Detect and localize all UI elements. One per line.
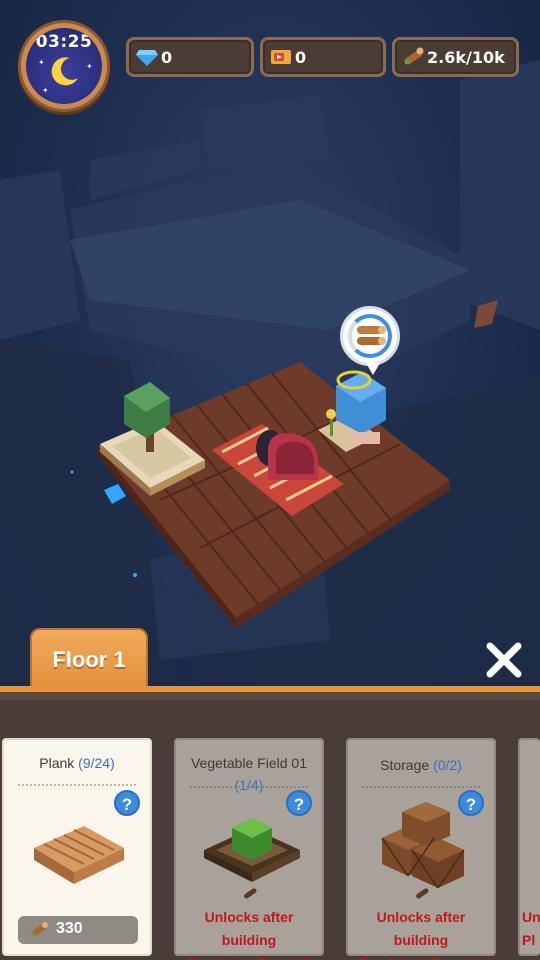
gem-counter[interactable]: 0	[126, 37, 254, 77]
build-card-vegetable-field[interactable]: Vegetable Field 01 (1/4) ? Unlocks after…	[174, 738, 324, 960]
wood-log-icon	[404, 47, 424, 65]
wood-count: 2.6k/10k	[427, 48, 505, 67]
unlock-line: Unlocks after building	[376, 909, 466, 948]
divider	[18, 784, 136, 787]
card-count: (0/2)	[433, 757, 462, 773]
build-card-storage[interactable]: Storage (0/2) ? Unlocks after building	[346, 738, 496, 960]
floor-label: Floor 1	[52, 647, 126, 672]
unlock-line: Plank 1 of Floor 16	[348, 952, 494, 960]
card-title: Storage (0/2)	[348, 754, 494, 776]
build-panel: Plank (9/24) ? 330 Vegetable Field 01 (1…	[0, 686, 540, 960]
plank-illustration	[34, 826, 124, 884]
gem-count: 0	[161, 48, 173, 67]
wood-log-icon	[31, 922, 48, 937]
card-name: Plank	[39, 755, 75, 771]
unlock-requirement: Unlocks after building Plank 1 of Floor …	[348, 906, 494, 960]
ticket-count: 0	[295, 48, 307, 67]
night-sky: 03:25 ✦ ✦ ✦	[26, 28, 102, 104]
card-name: Vegetable Field 01	[191, 755, 307, 771]
unlock-requirement: Unlocks after building Plank 1 of Floor …	[176, 906, 322, 960]
close-button[interactable]	[482, 638, 526, 682]
cost-badge: 330	[18, 916, 138, 944]
close-icon	[486, 642, 522, 678]
wood-log-icon	[244, 888, 257, 899]
vegetable-field-illustration	[204, 818, 300, 882]
card-count: (9/24)	[78, 755, 115, 771]
wood-counter[interactable]: 2.6k/10k	[392, 37, 519, 77]
card-title: Plank (9/24)	[4, 752, 150, 774]
diamond-icon	[136, 50, 158, 66]
card-name: Storage	[380, 757, 430, 773]
divider	[362, 786, 480, 789]
star-icon: ✦	[38, 58, 45, 67]
video-ticket-icon	[271, 50, 291, 64]
floor-tab[interactable]: Floor 1	[30, 628, 148, 690]
unlock-line: Un	[522, 909, 540, 925]
ticket-counter[interactable]: 0	[260, 37, 386, 77]
build-card-partial[interactable]: Un Pl	[518, 738, 540, 956]
star-icon: ✦	[86, 62, 93, 71]
wood-request-bubble[interactable]	[340, 306, 400, 375]
clock-time: 03:25	[35, 32, 93, 52]
cost-value: 330	[56, 920, 83, 937]
unlock-requirement: Un Pl	[522, 906, 540, 952]
unlock-line: Plank 1 of Floor 12	[176, 952, 322, 960]
divider	[190, 786, 308, 789]
build-card-plank[interactable]: Plank (9/24) ? 330	[2, 738, 152, 956]
card-strip[interactable]: Plank (9/24) ? 330 Vegetable Field 01 (1…	[0, 700, 540, 960]
unlock-line: Unlocks after building	[204, 909, 294, 948]
wood-log-icon	[416, 888, 429, 899]
star-icon: ✦	[42, 86, 49, 95]
day-night-clock[interactable]: 03:25 ✦ ✦ ✦	[18, 20, 110, 112]
unlock-line: Pl	[522, 932, 536, 948]
moon-icon	[51, 57, 78, 86]
storage-illustration	[381, 802, 465, 888]
log-icon	[357, 326, 386, 345]
